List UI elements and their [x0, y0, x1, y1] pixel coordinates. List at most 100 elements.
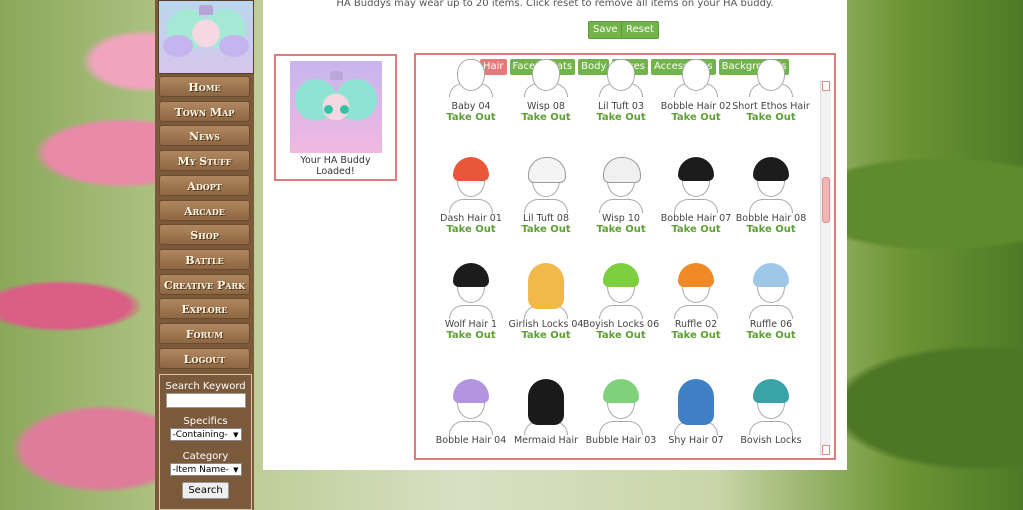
hair-preview-icon: [743, 155, 799, 213]
hair-item[interactable]: Short Ethos Hair Take Out: [732, 59, 810, 123]
hair-item[interactable]: Wolf Hair 1 Take Out: [432, 261, 510, 341]
hair-preview-icon: [443, 261, 499, 319]
hair-preview-icon: [518, 59, 574, 101]
hair-preview-icon: [593, 261, 649, 319]
hair-preview-icon: [743, 377, 799, 435]
scroll-thumb[interactable]: [822, 177, 830, 223]
item-name: Bobble Hair 08: [735, 213, 807, 224]
hair-item[interactable]: Bobble Hair 07 Take Out: [657, 155, 735, 235]
hair-preview-icon: [443, 155, 499, 213]
hair-item[interactable]: Lil Tuft 03 Take Out: [582, 59, 660, 123]
hair-item[interactable]: Bobble Hair 08 Take Out: [732, 155, 810, 235]
hair-item[interactable]: Wisp 08 Take Out: [507, 59, 585, 123]
hair-item[interactable]: Bobble Hair 04: [432, 377, 510, 446]
hair-preview-icon: [593, 59, 649, 101]
take-out-link[interactable]: Take Out: [657, 112, 735, 123]
wing-icon: [163, 35, 193, 57]
item-name: Mermaid Hair: [513, 435, 579, 446]
hair-preview-icon: [668, 377, 724, 435]
specifics-select[interactable]: -Containing- ▼: [169, 428, 242, 441]
scrollbar[interactable]: [820, 81, 831, 455]
nav-my-stuff-button[interactable]: My Stuff: [159, 150, 250, 172]
hair-preview-icon: [443, 59, 499, 101]
item-name: Short Ethos Hair: [732, 101, 810, 112]
hair-preview-icon: [668, 59, 724, 101]
hair-item[interactable]: Bubble Hair 03: [582, 377, 660, 446]
hair-preview-icon: [518, 377, 574, 435]
item-name: Ruffle 06: [749, 319, 793, 330]
item-name: Dash Hair 01: [440, 213, 502, 224]
nav-town-map-button[interactable]: Town Map: [159, 100, 250, 122]
scroll-down-button[interactable]: [822, 445, 830, 455]
save-button[interactable]: Save: [588, 21, 623, 39]
item-name: Wisp 08: [527, 101, 565, 112]
take-out-link[interactable]: Take Out: [657, 224, 735, 235]
take-out-link[interactable]: Take Out: [432, 224, 510, 235]
hair-item[interactable]: Girlish Locks 04 Take Out: [507, 261, 585, 341]
take-out-link[interactable]: Take Out: [507, 330, 585, 341]
item-name: Wolf Hair 1: [444, 319, 498, 330]
buddy-preview: Your HA Buddy Loaded!: [274, 54, 397, 181]
buddy-image: [290, 61, 382, 153]
hair-item[interactable]: Baby 04 Take Out: [432, 59, 510, 123]
nav-battle-button[interactable]: Battle: [159, 248, 250, 270]
hair-item[interactable]: Shy Hair 07: [657, 377, 735, 446]
hair-item[interactable]: Mermaid Hair: [507, 377, 585, 446]
info-text: HA Buddys may wear up to 20 items. Click…: [336, 0, 774, 9]
category-select[interactable]: -Item Name- ▼: [169, 463, 242, 476]
search-keyword-label: Search Keyword: [165, 381, 246, 392]
chevron-down-icon: ▼: [233, 431, 239, 439]
search-keyword-input[interactable]: [165, 393, 246, 408]
hair-preview-icon: [743, 59, 799, 101]
nav-arcade-button[interactable]: Arcade: [159, 199, 250, 221]
hair-item[interactable]: Dash Hair 01 Take Out: [432, 155, 510, 235]
nav-logout-button[interactable]: Logout: [159, 347, 250, 369]
take-out-link[interactable]: Take Out: [507, 112, 585, 123]
hair-item[interactable]: Bovish Locks: [732, 377, 810, 446]
search-panel: Search Keyword Specifics -Containing- ▼ C…: [159, 374, 252, 510]
category-label: Category: [182, 451, 229, 462]
user-avatar[interactable]: [158, 0, 254, 74]
take-out-link[interactable]: Take Out: [432, 330, 510, 341]
take-out-link[interactable]: Take Out: [582, 112, 660, 123]
reset-button[interactable]: Reset: [621, 21, 659, 39]
hair-item[interactable]: Wisp 10 Take Out: [582, 155, 660, 235]
nav-news-button[interactable]: News: [159, 125, 250, 147]
hair-item[interactable]: Boyish Locks 06 Take Out: [582, 261, 660, 341]
hair-preview-icon: [518, 261, 574, 319]
nav-home-button[interactable]: Home: [159, 76, 250, 97]
hair-preview-icon: [518, 155, 574, 213]
crown-icon: [199, 5, 213, 15]
nav-forum-button[interactable]: Forum: [159, 323, 250, 344]
tab-body[interactable]: Body: [578, 59, 610, 75]
hair-item[interactable]: Ruffle 06 Take Out: [732, 261, 810, 341]
item-name: Bobble Hair 07: [660, 213, 732, 224]
item-name: Bubble Hair 03: [585, 435, 657, 446]
take-out-link[interactable]: Take Out: [657, 330, 735, 341]
take-out-link[interactable]: Take Out: [582, 330, 660, 341]
hair-item[interactable]: Ruffle 02 Take Out: [657, 261, 735, 341]
buddy-caption: Your HA Buddy Loaded!: [300, 155, 371, 177]
item-name: Girlish Locks 04: [508, 319, 584, 330]
nav-shop-button[interactable]: Shop: [159, 224, 250, 246]
specifics-label: Specifics: [183, 416, 228, 427]
take-out-link[interactable]: Take Out: [432, 112, 510, 123]
item-name: Wisp 10: [602, 213, 640, 224]
search-button[interactable]: Search: [182, 482, 229, 499]
nav-adopt-button[interactable]: Adopt: [159, 174, 250, 196]
take-out-link[interactable]: Take Out: [582, 224, 660, 235]
take-out-link[interactable]: Take Out: [732, 330, 810, 341]
nav-explore-button[interactable]: Explore: [159, 298, 250, 320]
hair-item[interactable]: Lil Tuft 08 Take Out: [507, 155, 585, 235]
take-out-link[interactable]: Take Out: [507, 224, 585, 235]
take-out-link[interactable]: Take Out: [732, 224, 810, 235]
nav-creative-park-button[interactable]: Creative Park: [159, 273, 250, 295]
hair-preview-icon: [593, 155, 649, 213]
item-name: Bobble Hair 02: [660, 101, 732, 112]
take-out-link[interactable]: Take Out: [732, 112, 810, 123]
item-name: Bobble Hair 04: [435, 435, 507, 446]
hair-item[interactable]: Bobble Hair 02 Take Out: [657, 59, 735, 123]
chevron-down-icon: ▼: [233, 466, 239, 474]
scroll-up-button[interactable]: [822, 81, 830, 91]
eye-icon: [340, 105, 349, 114]
